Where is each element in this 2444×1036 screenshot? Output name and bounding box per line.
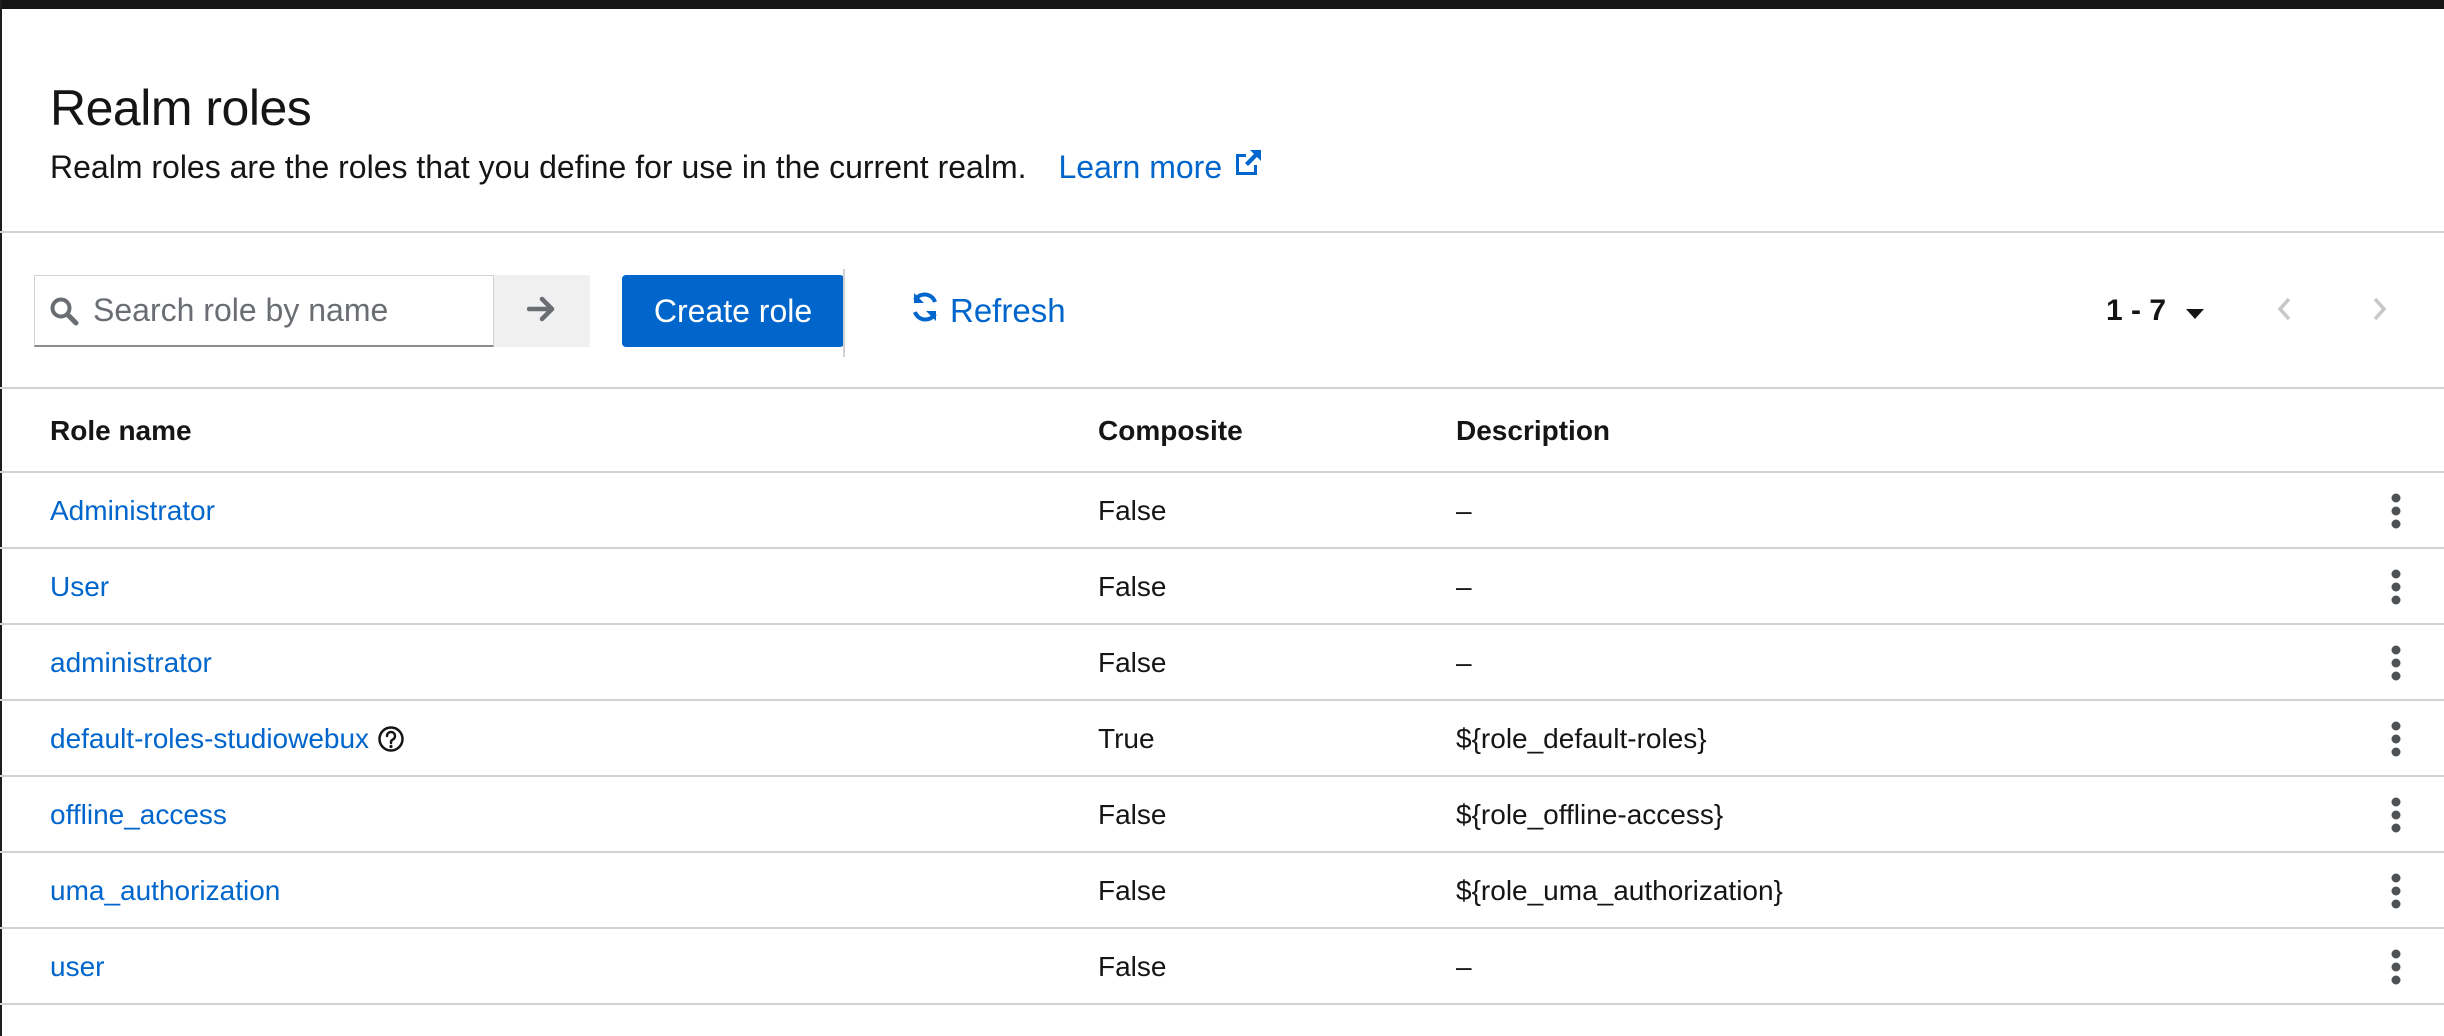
create-role-button[interactable]: Create role xyxy=(622,275,844,347)
composite-cell: False xyxy=(1098,799,1167,830)
search-icon xyxy=(49,296,79,326)
pagination-toggle[interactable]: 1 - 7 xyxy=(2106,275,2205,347)
composite-cell: False xyxy=(1098,951,1167,982)
page-title: Realm roles xyxy=(50,80,312,136)
role-name-link[interactable]: offline_access xyxy=(50,799,227,831)
role-name-cell: User xyxy=(50,571,109,603)
learn-more-link[interactable]: Learn more xyxy=(1058,147,1264,187)
table-row: User False – xyxy=(0,549,2444,625)
arrow-right-icon xyxy=(526,295,557,328)
caret-down-icon xyxy=(2166,294,2205,328)
row-actions-kebab-button[interactable] xyxy=(2374,485,2418,537)
role-name-link[interactable]: Administrator xyxy=(50,495,215,527)
row-actions-kebab-button[interactable] xyxy=(2374,713,2418,765)
row-actions-kebab-button[interactable] xyxy=(2374,637,2418,689)
kebab-icon xyxy=(2390,797,2402,833)
role-name-link[interactable]: uma_authorization xyxy=(50,875,280,907)
kebab-icon xyxy=(2390,569,2402,605)
composite-cell: False xyxy=(1098,875,1167,906)
column-header-role-name[interactable]: Role name xyxy=(50,415,192,447)
kebab-icon xyxy=(2390,873,2402,909)
refresh-button[interactable]: Refresh xyxy=(908,275,1066,347)
description-cell: – xyxy=(1456,495,1472,526)
row-actions-kebab-button[interactable] xyxy=(2374,561,2418,613)
refresh-label: Refresh xyxy=(950,292,1066,329)
role-name-link[interactable]: user xyxy=(50,951,104,983)
composite-cell: False xyxy=(1098,495,1167,526)
pagination-label: 1 - 7 xyxy=(2106,294,2167,327)
row-actions-kebab-button[interactable] xyxy=(2374,789,2418,841)
top-bar xyxy=(0,0,2444,9)
kebab-icon xyxy=(2390,645,2402,681)
page-header: Realm roles Realm roles are the roles th… xyxy=(0,9,2444,233)
role-name-link[interactable]: administrator xyxy=(50,647,212,679)
table-row: offline_access False ${role_offline-access… xyxy=(0,777,2444,853)
table-row: user False – xyxy=(0,929,2444,1005)
page-description-text: Realm roles are the roles that you defin… xyxy=(50,148,1027,185)
pagination-next-button[interactable] xyxy=(2350,275,2410,347)
learn-more-label: Learn more xyxy=(1058,148,1223,185)
description-cell: ${role_offline-access} xyxy=(1456,799,1724,830)
search-input[interactable] xyxy=(93,292,473,329)
description-cell: – xyxy=(1456,571,1472,602)
table-row: uma_authorization False ${role_uma_authori… xyxy=(0,853,2444,929)
composite-cell: False xyxy=(1098,647,1167,678)
table-row: administrator False – xyxy=(0,625,2444,701)
search-box xyxy=(34,275,494,347)
description-cell: ${role_uma_authorization} xyxy=(1456,875,1783,906)
toolbar: Create role Refresh 1 - 7 xyxy=(0,233,2444,389)
column-header-description[interactable]: Description xyxy=(1456,415,1610,447)
description-cell: – xyxy=(1456,647,1472,678)
external-link-icon xyxy=(1222,147,1264,187)
angle-right-icon xyxy=(2372,296,2388,327)
toolbar-divider xyxy=(843,269,845,357)
role-name-cell: offline_access xyxy=(50,799,227,831)
role-name-cell: Administrator xyxy=(50,495,215,527)
table-row: Administrator False – xyxy=(0,473,2444,549)
table-row: default-roles-studiowebux True ${role_defa… xyxy=(0,701,2444,777)
help-icon[interactable] xyxy=(377,725,405,753)
page-description: Realm roles are the roles that you defin… xyxy=(50,147,1264,187)
composite-cell: False xyxy=(1098,571,1167,602)
kebab-icon xyxy=(2390,949,2402,985)
roles-table: Role name Composite Description Administ… xyxy=(0,389,2444,1005)
role-name-link[interactable]: default-roles-studiowebux xyxy=(50,723,369,755)
sync-icon xyxy=(908,290,950,332)
row-actions-kebab-button[interactable] xyxy=(2374,941,2418,993)
role-name-cell: default-roles-studiowebux xyxy=(50,723,405,755)
search-submit-button[interactable] xyxy=(494,275,590,347)
description-cell: – xyxy=(1456,951,1472,982)
role-name-cell: user xyxy=(50,951,104,983)
angle-left-icon xyxy=(2276,296,2292,327)
kebab-icon xyxy=(2390,493,2402,529)
composite-cell: True xyxy=(1098,723,1155,754)
role-name-cell: uma_authorization xyxy=(50,875,280,907)
role-name-link[interactable]: User xyxy=(50,571,109,603)
description-cell: ${role_default-roles} xyxy=(1456,723,1707,754)
kebab-icon xyxy=(2390,721,2402,757)
pagination-prev-button[interactable] xyxy=(2254,275,2314,347)
row-actions-kebab-button[interactable] xyxy=(2374,865,2418,917)
column-header-composite[interactable]: Composite xyxy=(1098,415,1243,447)
role-name-cell: administrator xyxy=(50,647,212,679)
table-header: Role name Composite Description xyxy=(0,389,2444,473)
